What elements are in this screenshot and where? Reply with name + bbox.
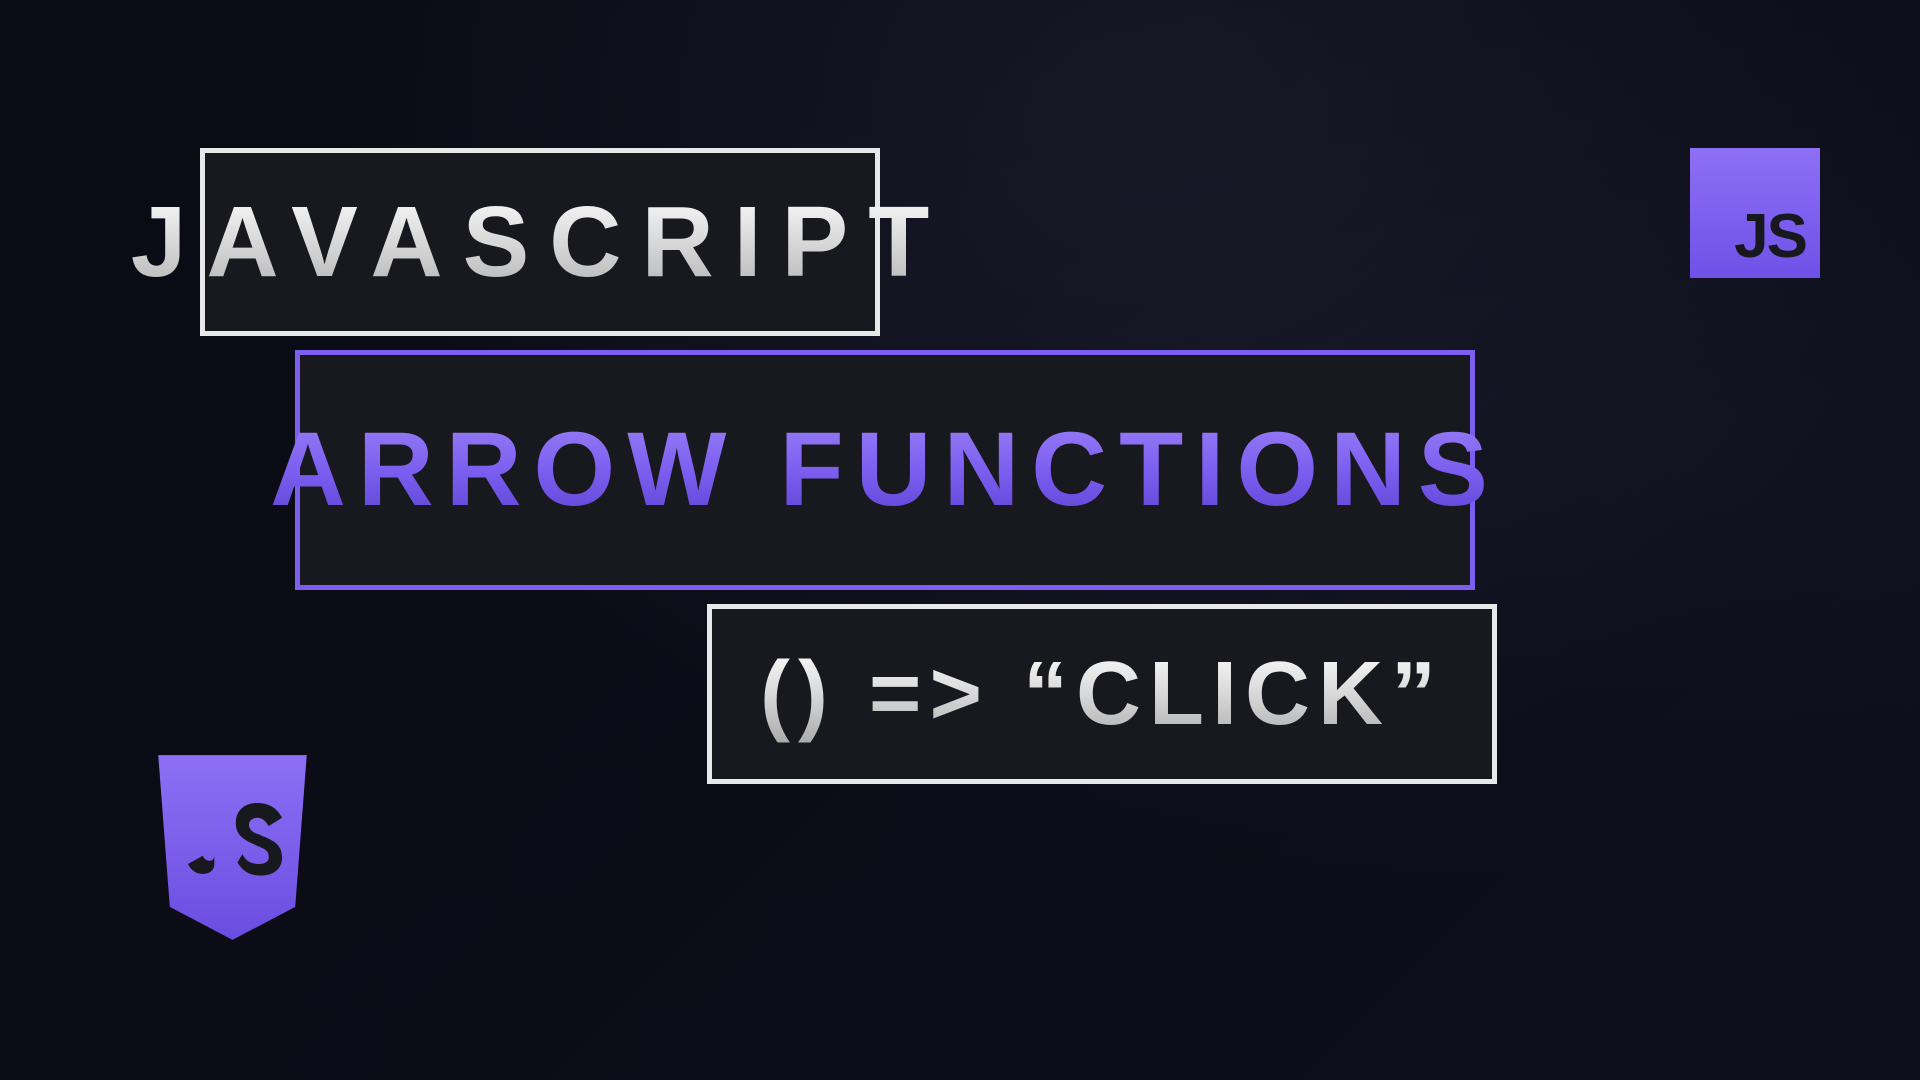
code-example-box: () => “CLICK” — [707, 604, 1497, 784]
title-box-javascript: JAVASCRIPT — [200, 148, 880, 336]
js-square-logo-icon: JS — [1690, 148, 1820, 278]
js-shield-logo-icon — [150, 755, 315, 940]
js-square-logo-label: JS — [1734, 206, 1806, 268]
shield-svg-icon — [150, 755, 315, 940]
title-javascript: JAVASCRIPT — [131, 185, 950, 300]
title-arrow-functions: ARROW FUNCTIONS — [270, 410, 1500, 530]
code-example-text: () => “CLICK” — [760, 643, 1444, 746]
title-box-arrow-functions: ARROW FUNCTIONS — [295, 350, 1475, 590]
